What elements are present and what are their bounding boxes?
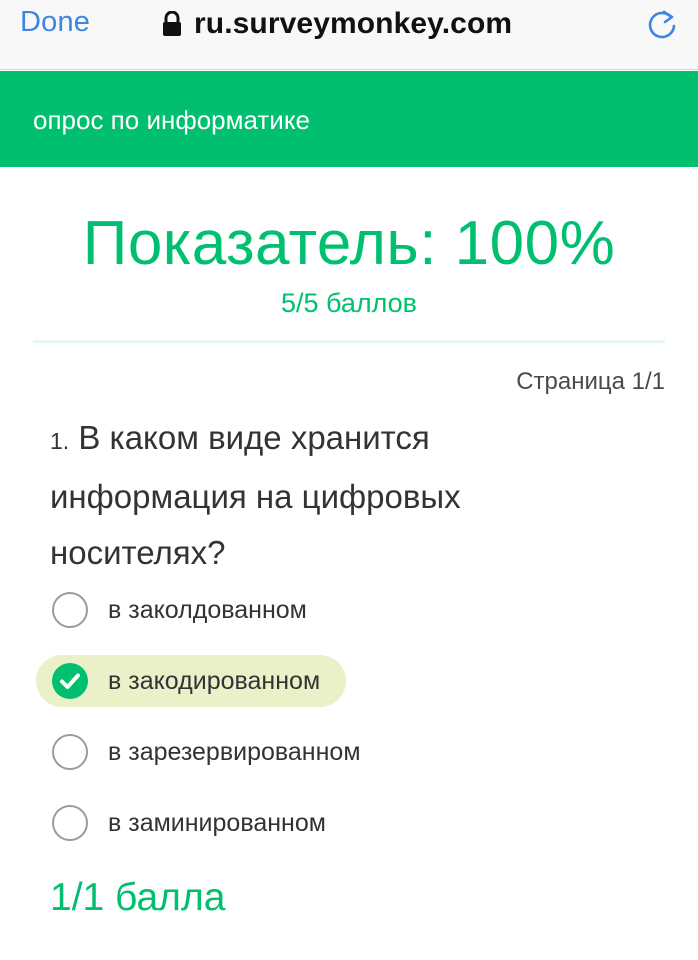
radio-button[interactable] xyxy=(52,734,88,770)
divider xyxy=(33,340,665,343)
check-circle-icon[interactable] xyxy=(52,663,88,699)
survey-title: опрос по информатике xyxy=(33,105,310,135)
answer-option-label: в закодированном xyxy=(108,666,321,695)
answer-option-label: в заколдованном xyxy=(108,595,307,624)
score-points: 5/5 баллов xyxy=(280,288,418,318)
answer-option[interactable]: в зарезервированном xyxy=(36,726,387,778)
question-score: 1/1 балла xyxy=(50,876,226,919)
address-bar[interactable]: ru.surveymonkey.com xyxy=(162,4,512,44)
question-text: 1. В каком виде хранится информация на ц… xyxy=(50,410,610,581)
page-indicator: Страница 1/1 xyxy=(516,368,665,395)
answer-option[interactable]: в заминированном xyxy=(36,797,352,849)
answer-option-label: в зарезервированном xyxy=(108,737,361,766)
answer-option-selected[interactable]: в закодированном xyxy=(36,655,347,707)
lock-icon xyxy=(163,11,181,36)
question-number: 1. xyxy=(50,428,70,454)
answer-option[interactable]: в заколдованном xyxy=(36,584,333,636)
score-title: Показатель: 100% xyxy=(82,209,616,278)
radio-button[interactable] xyxy=(52,805,88,841)
reload-icon[interactable] xyxy=(644,6,680,42)
answer-option-label: в заминированном xyxy=(108,808,326,837)
survey-header: опрос по информатике xyxy=(0,71,698,167)
browser-toolbar: Done ru.surveymonkey.com xyxy=(0,0,698,70)
done-button[interactable]: Done xyxy=(20,6,90,39)
question-body: В каком виде хранится информация на цифр… xyxy=(50,419,461,571)
radio-button[interactable] xyxy=(52,592,88,628)
url-text: ru.surveymonkey.com xyxy=(194,7,513,40)
